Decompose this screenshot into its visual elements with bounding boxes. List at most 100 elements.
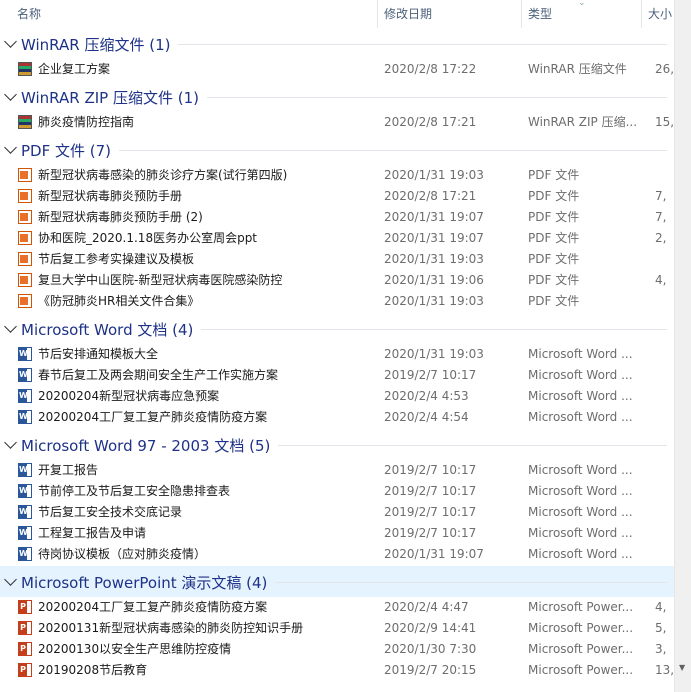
file-type: WinRAR 压缩文件 (528, 62, 627, 76)
group-title: Microsoft PowerPoint 演示文稿 (4) (21, 574, 268, 592)
file-row[interactable]: 企业复工方案 2020/2/8 17:22 WinRAR 压缩文件 26, (0, 59, 675, 80)
group-divider (119, 150, 667, 151)
file-size: 7, (655, 210, 667, 224)
file-row[interactable]: 《防冠肺炎HR相关文件合集》 2020/1/31 19:03 PDF 文件 (0, 291, 675, 312)
file-name: 复旦大学中山医院-新型冠状病毒医院感染防控 (38, 273, 283, 287)
file-row[interactable]: 20200130以安全生产思维防控疫情 2020/1/30 7:30 Microso… (0, 639, 675, 660)
file-row[interactable]: 新型冠状病毒肺炎预防手册 2020/2/8 17:21 PDF 文件 7, (0, 186, 675, 207)
scrollbar-thumb[interactable] (678, 14, 688, 654)
file-type: Microsoft Word ... (528, 347, 633, 361)
group-title: WinRAR 压缩文件 (1) (21, 36, 171, 54)
column-divider[interactable] (641, 0, 642, 28)
file-name: 20200131新型冠状病毒感染的肺炎防控知识手册 (38, 621, 304, 635)
file-row[interactable]: 节后复工参考实操建议及模板 2020/1/31 19:03 PDF 文件 (0, 249, 675, 270)
file-row[interactable]: 肺炎疫情防控指南 2020/2/8 17:21 WinRAR ZIP 压缩... 15… (0, 112, 675, 133)
file-name: 节后复工参考实操建议及模板 (38, 252, 195, 266)
file-row[interactable]: 协和医院_2020.1.18医务办公室周会ppt 2020/1/31 19:07 P… (0, 228, 675, 249)
file-name: 新型冠状病毒感染的肺炎诊疗方案(试行第四版) (38, 168, 288, 182)
file-type: Microsoft Word ... (528, 505, 633, 519)
group-header[interactable]: WinRAR ZIP 压缩文件 (1) (0, 81, 675, 112)
file-type: Microsoft Power... (528, 663, 634, 677)
file-modified-date: 2020/1/31 19:07 (384, 210, 484, 224)
file-name: 20190208节后教育 (38, 663, 148, 677)
file-modified-date: 2019/2/7 10:17 (384, 505, 477, 519)
file-type: PDF 文件 (528, 252, 580, 266)
file-type: Microsoft Word ... (528, 463, 633, 477)
column-divider[interactable] (377, 0, 378, 28)
group-header[interactable]: PDF 文件 (7) (0, 134, 675, 165)
vertical-scrollbar[interactable]: ▼ (674, 0, 691, 692)
file-type: Microsoft Word ... (528, 484, 633, 498)
group-divider (178, 44, 667, 45)
group-header[interactable]: Microsoft PowerPoint 演示文稿 (4) (0, 566, 675, 597)
powerpoint-icon (18, 663, 32, 677)
file-row[interactable]: 新型冠状病毒肺炎预防手册 (2) 2020/1/31 19:07 PDF 文件 7, (0, 207, 675, 228)
column-divider[interactable] (521, 0, 522, 28)
group-header[interactable]: Microsoft Word 文档 (4) (0, 313, 675, 344)
file-row[interactable]: 复旦大学中山医院-新型冠状病毒医院感染防控 2020/1/31 19:06 PDF … (0, 270, 675, 291)
group-divider (207, 97, 667, 98)
group-divider (201, 329, 667, 330)
file-modified-date: 2020/2/4 4:54 (384, 410, 469, 424)
pdf-icon (18, 210, 32, 224)
scroll-down-arrow-icon[interactable]: ▼ (679, 663, 685, 672)
file-row[interactable]: 节后复工安全技术交底记录 2019/2/7 10:17 Microsoft Word… (0, 502, 675, 523)
chevron-down-icon[interactable] (4, 436, 17, 449)
column-header-bar: 名称 修改日期 类型 ⌄ 大小 (0, 0, 675, 28)
file-row[interactable]: 20200204新型冠状病毒应急预案 2020/2/4 4:53 Microsoft… (0, 386, 675, 407)
pdf-icon (18, 189, 32, 203)
file-name: 待岗协议模板（应对肺炎疫情） (38, 547, 207, 561)
file-name: 肺炎疫情防控指南 (38, 115, 135, 129)
file-list: WinRAR 压缩文件 (1) 企业复工方案 2020/2/8 17:22 WinRA… (0, 28, 675, 692)
file-row[interactable]: 节前停工及节后复工安全隐患排查表 2019/2/7 10:17 Microsoft … (0, 481, 675, 502)
file-size: 13, (655, 663, 675, 677)
pdf-icon (18, 252, 32, 266)
file-size: 4, (655, 273, 667, 287)
word-icon (18, 484, 32, 498)
file-modified-date: 2019/2/7 10:17 (384, 463, 477, 477)
file-row[interactable]: 20200204工厂复工复产肺炎疫情防疫方案 2020/2/4 4:54 Micro… (0, 407, 675, 428)
powerpoint-icon (18, 621, 32, 635)
word-icon (18, 463, 32, 477)
file-row[interactable]: 春节后复工及两会期间安全生产工作实施方案 2019/2/7 10:17 Micros… (0, 365, 675, 386)
file-type: Microsoft Word ... (528, 547, 633, 561)
chevron-down-icon[interactable] (4, 88, 17, 101)
file-row[interactable]: 20200131新型冠状病毒感染的肺炎防控知识手册 2020/2/9 14:41 M… (0, 618, 675, 639)
file-type: PDF 文件 (528, 294, 580, 308)
chevron-down-icon[interactable] (4, 320, 17, 333)
chevron-down-icon[interactable] (4, 573, 17, 586)
group-title: Microsoft Word 文档 (4) (21, 321, 194, 339)
file-row[interactable]: 工程复工报告及申请 2019/2/7 10:17 Microsoft Word ..… (0, 523, 675, 544)
file-row[interactable]: 开复工报告 2019/2/7 10:17 Microsoft Word ... (0, 460, 675, 481)
group-divider (275, 582, 667, 583)
file-size: 3, (655, 642, 667, 656)
file-name: 20200204新型冠状病毒应急预案 (38, 389, 220, 403)
pdf-icon (18, 294, 32, 308)
file-type: PDF 文件 (528, 273, 580, 287)
file-name: 春节后复工及两会期间安全生产工作实施方案 (38, 368, 279, 382)
file-row[interactable]: 待岗协议模板（应对肺炎疫情） 2020/1/31 19:07 Microsoft W… (0, 544, 675, 565)
file-row[interactable]: 20200204工厂复工复产肺炎疫情防疫方案 2020/2/4 4:47 Micro… (0, 597, 675, 618)
archive-icon (18, 115, 32, 129)
group-header[interactable]: Microsoft Word 97 - 2003 文档 (5) (0, 429, 675, 460)
file-row[interactable]: 新型冠状病毒感染的肺炎诊疗方案(试行第四版) 2020/1/31 19:03 PDF… (0, 165, 675, 186)
column-header-size[interactable]: 大小 (648, 0, 675, 28)
chevron-down-icon[interactable] (4, 141, 17, 154)
group-header[interactable]: WinRAR 压缩文件 (1) (0, 28, 675, 59)
sort-chevron-icon: ⌄ (578, 0, 586, 8)
column-header-name[interactable]: 名称 (17, 0, 377, 28)
file-name: 节后复工安全技术交底记录 (38, 505, 183, 519)
pdf-icon (18, 273, 32, 287)
group-divider (278, 445, 667, 446)
column-header-date[interactable]: 修改日期 (384, 0, 520, 28)
chevron-down-icon[interactable] (4, 35, 17, 48)
file-size: 2, (655, 231, 667, 245)
file-row[interactable]: 20190208节后教育 2019/2/7 20:15 Microsoft Powe… (0, 660, 675, 681)
file-modified-date: 2020/1/30 7:30 (384, 642, 477, 656)
file-modified-date: 2020/2/4 4:53 (384, 389, 469, 403)
file-modified-date: 2020/2/8 17:21 (384, 115, 477, 129)
file-row[interactable]: 节后安排通知模板大全 2020/1/31 19:03 Microsoft Word … (0, 344, 675, 365)
file-type: Microsoft Word ... (528, 410, 633, 424)
archive-icon (18, 62, 32, 76)
